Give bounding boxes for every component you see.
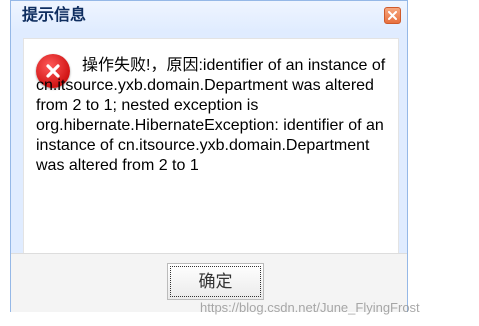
close-button[interactable] bbox=[384, 7, 401, 24]
error-message: 操作失败!，原因:identifier of an instance of cn… bbox=[36, 57, 386, 174]
dialog-body: 操作失败!，原因:identifier of an instance of cn… bbox=[23, 38, 399, 254]
dialog-header: 提示信息 bbox=[11, 1, 407, 31]
dialog-title: 提示信息 bbox=[22, 7, 87, 24]
message-dialog: 提示信息 操作失败!，原因:identifier of an instance … bbox=[10, 0, 408, 312]
ok-button[interactable]: 确定 bbox=[167, 263, 264, 300]
close-x-icon bbox=[388, 11, 397, 20]
watermark: https://blog.csdn.net/June_FlyingFrost bbox=[200, 300, 420, 315]
